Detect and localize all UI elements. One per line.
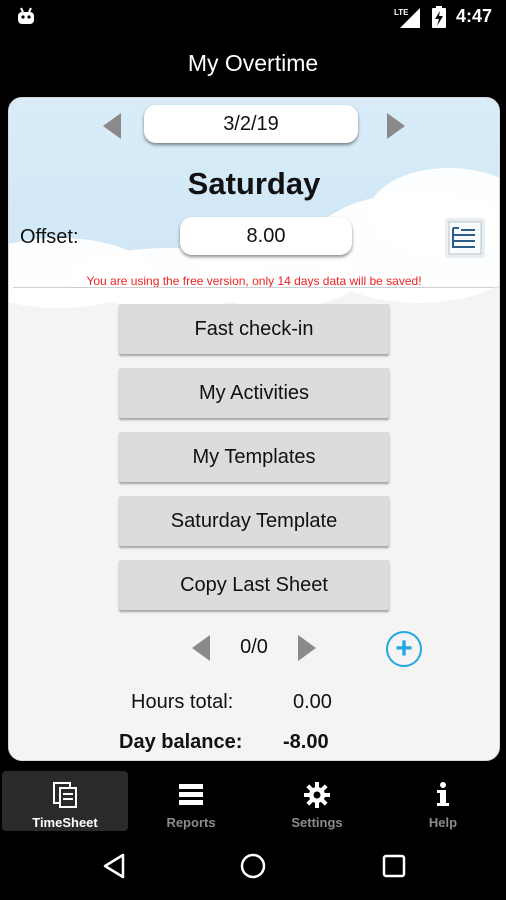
- nav-reports[interactable]: Reports: [128, 771, 254, 831]
- fast-check-in-button[interactable]: Fast check-in: [119, 304, 389, 354]
- hours-total-label: Hours total:: [131, 691, 234, 713]
- bottom-navigation: TimeSheet Reports Settings Help: [0, 771, 506, 831]
- hours-total-value: 0.00: [293, 691, 332, 713]
- nav-reports-label: Reports: [166, 815, 216, 830]
- back-icon[interactable]: [102, 853, 126, 879]
- app-bar: My Overtime: [0, 36, 506, 90]
- date-field[interactable]: 3/2/19: [144, 105, 358, 143]
- info-icon: [437, 782, 449, 806]
- offset-label: Offset:: [20, 226, 79, 248]
- offset-field[interactable]: 8.00: [180, 217, 352, 255]
- day-balance-value: -8.00: [283, 731, 329, 753]
- gear-icon: [304, 782, 330, 808]
- android-icon: [18, 7, 34, 24]
- pager-next-button[interactable]: [298, 635, 316, 661]
- my-activities-button[interactable]: My Activities: [119, 368, 389, 418]
- timesheet-icon: [53, 782, 77, 808]
- status-bar: LTE 4:47: [0, 0, 506, 36]
- svg-text:LTE: LTE: [394, 8, 409, 17]
- day-name: Saturday: [187, 166, 321, 201]
- recents-icon[interactable]: [382, 854, 406, 878]
- list-view-icon[interactable]: [445, 218, 485, 258]
- nav-settings-label: Settings: [291, 815, 343, 830]
- pager-previous-button[interactable]: [192, 635, 210, 661]
- timesheet-card: 3/2/19 Saturday Offset: 8.00 You are usi…: [8, 97, 500, 761]
- day-balance-label: Day balance:: [119, 731, 243, 753]
- divider: [13, 287, 495, 288]
- next-date-button[interactable]: [387, 113, 405, 139]
- nav-timesheet[interactable]: TimeSheet: [2, 771, 128, 831]
- reports-icon: [179, 784, 203, 805]
- home-icon[interactable]: [240, 853, 266, 879]
- add-entry-button[interactable]: +: [386, 631, 422, 667]
- nav-help-label: Help: [428, 815, 458, 830]
- nav-settings[interactable]: Settings: [254, 771, 380, 831]
- nav-timesheet-label: TimeSheet: [32, 815, 98, 830]
- saturday-template-button[interactable]: Saturday Template: [119, 496, 389, 546]
- my-templates-button[interactable]: My Templates: [119, 432, 389, 482]
- previous-date-button[interactable]: [103, 113, 121, 139]
- pager-indicator: 0/0: [240, 636, 268, 658]
- app-title: My Overtime: [187, 49, 319, 76]
- clock: 4:47: [456, 6, 493, 26]
- free-version-notice: You are using the free version, only 14 …: [86, 274, 422, 288]
- plus-icon: +: [395, 632, 413, 665]
- nav-help[interactable]: Help: [380, 771, 506, 831]
- signal-icon: LTE: [394, 8, 420, 28]
- system-navigation-bar: [0, 831, 506, 900]
- copy-last-sheet-button[interactable]: Copy Last Sheet: [119, 560, 389, 610]
- battery-icon: [432, 6, 446, 28]
